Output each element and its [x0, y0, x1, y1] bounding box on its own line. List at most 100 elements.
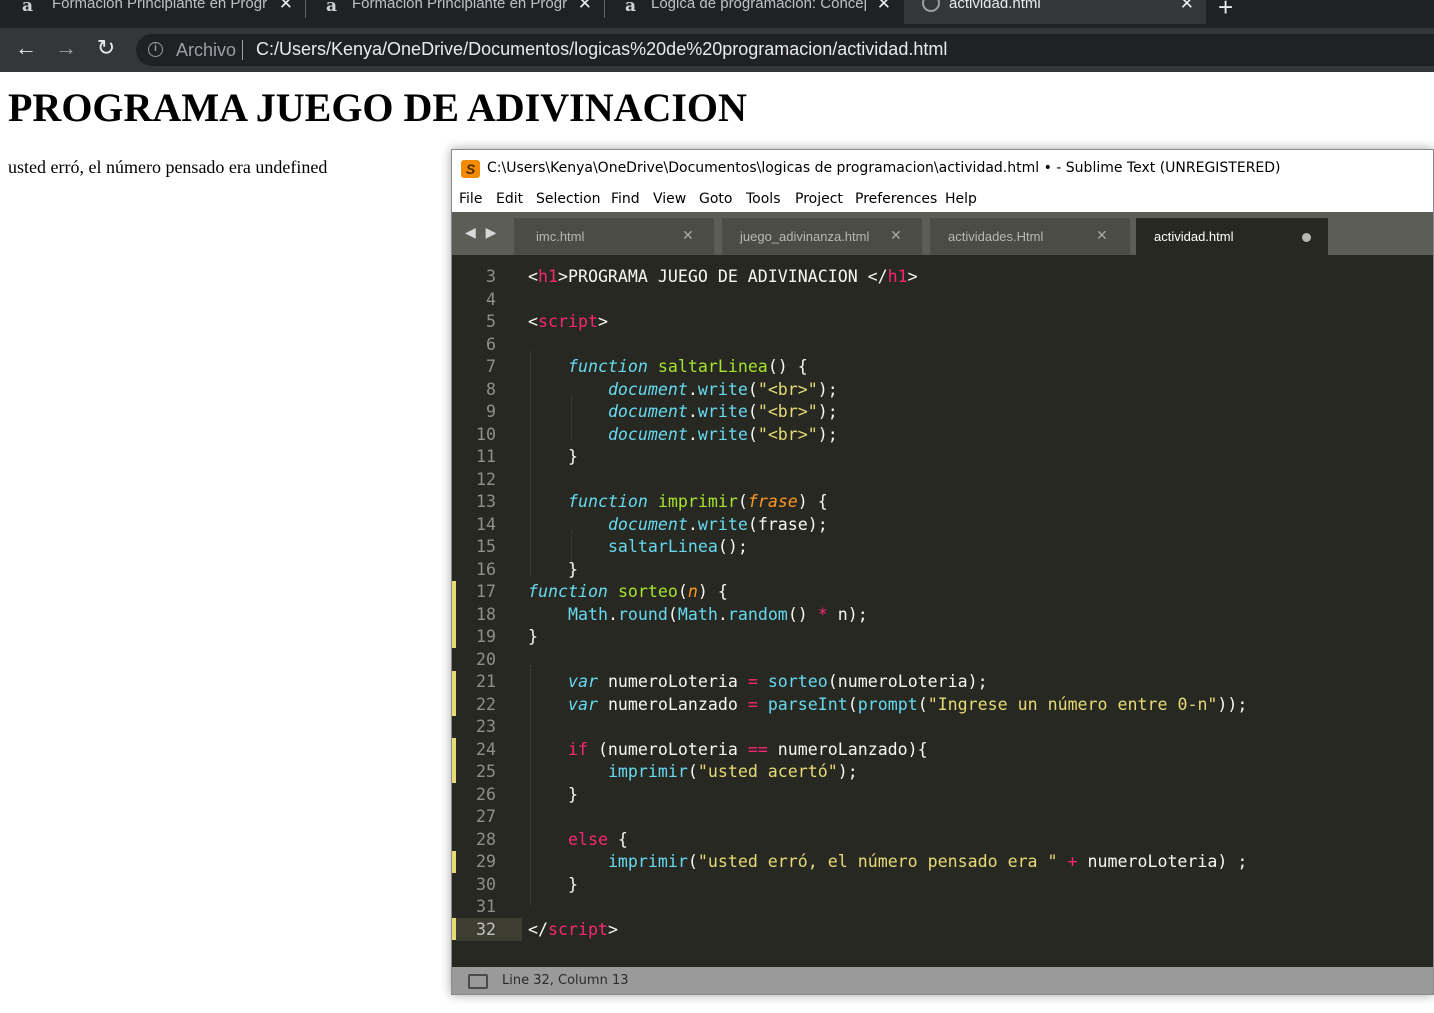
line-number: 16 [476, 560, 496, 579]
line-number: 19 [476, 627, 496, 646]
editor-tab-active[interactable]: actividad.html [1136, 218, 1328, 255]
browser-tab-label: actividad.html [949, 0, 1041, 12]
code-line: 22 var numeroLanzado = parseInt(prompt("… [452, 694, 1433, 717]
code-editor[interactable]: 2 3<h1>PROGRAMA JUEGO DE ADIVINACION </h… [452, 255, 1433, 967]
close-tab-icon[interactable]: ✕ [1180, 0, 1194, 12]
close-tab-icon[interactable]: ✕ [578, 0, 592, 12]
cursor-position-status: Line 32, Column 13 [502, 973, 629, 988]
line-number: 5 [486, 312, 496, 331]
line-number: 21 [476, 672, 496, 691]
code-line: 25 imprimir("usted acertó"); [452, 761, 1433, 784]
editor-tab[interactable]: juego_adivinanza.html ✕ [722, 218, 922, 255]
code-line-current: 32 </script> [452, 919, 1433, 942]
code-line: 17 function sorteo(n) { [452, 581, 1433, 604]
line-number: 6 [486, 335, 496, 354]
new-tab-button[interactable]: + [1218, 0, 1233, 23]
reload-icon[interactable]: ↻ [92, 34, 120, 62]
address-bar[interactable]: i Archivo C:/Users/Kenya/OneDrive/Docume… [136, 34, 1434, 66]
panel-toggle-icon[interactable] [468, 974, 488, 989]
alura-icon: a [625, 0, 637, 16]
menu-project[interactable]: Project [795, 191, 843, 207]
editor-tab[interactable]: imc.html ✕ [514, 218, 714, 255]
forward-arrow-icon[interactable]: → [52, 34, 80, 62]
line-number: 23 [476, 717, 496, 736]
code-line: 26 } [452, 784, 1433, 807]
line-number: 32 [476, 920, 496, 939]
code-line: 10 document.write("<br>"); [452, 424, 1433, 447]
menu-goto[interactable]: Goto [699, 191, 732, 207]
close-tab-icon[interactable]: ✕ [877, 0, 891, 12]
code-line: 14 document.write(frase); [452, 514, 1433, 537]
code-line: 11 } [452, 446, 1433, 469]
code-line: 15 saltarLinea(); [452, 536, 1433, 559]
line-number: 15 [476, 537, 496, 556]
back-arrow-icon[interactable]: ← [12, 34, 40, 62]
menu-tools[interactable]: Tools [746, 191, 781, 207]
line-number: 14 [476, 515, 496, 534]
sublime-status-bar: Line 32, Column 13 [452, 967, 1433, 994]
line-number: 8 [486, 380, 496, 399]
menu-edit[interactable]: Edit [496, 191, 523, 207]
alura-icon: a [326, 0, 338, 16]
code-line: 21 var numeroLoteria = sorteo(numeroLote… [452, 671, 1433, 694]
line-number: 7 [486, 357, 496, 376]
menu-view[interactable]: View [653, 191, 686, 207]
sublime-logo-icon: S [461, 160, 480, 178]
editor-tab-label: juego_adivinanza.html [740, 229, 870, 244]
code-line: 3 <h1>PROGRAMA JUEGO DE ADIVINACION </h1> [452, 266, 1433, 289]
line-number: 11 [476, 447, 496, 466]
code-line: 2 [452, 255, 1433, 262]
code-line: 16 } [452, 559, 1433, 582]
line-number: 12 [476, 470, 496, 489]
editor-tab-label: actividades.Html [948, 229, 1044, 244]
line-number: 31 [476, 897, 496, 916]
sublime-text-window: S C:\Users\Kenya\OneDrive\Documentos\log… [451, 149, 1434, 995]
close-tab-icon[interactable]: ✕ [1096, 227, 1108, 244]
browser-toolbar: ← → ↻ i Archivo C:/Users/Kenya/OneDrive/… [0, 28, 1434, 72]
browser-tab-active[interactable]: actividad.html ✕ [904, 0, 1206, 24]
sublime-menu-bar: File Edit Selection Find View Goto Tools… [452, 188, 1433, 212]
close-tab-icon[interactable]: ✕ [682, 227, 694, 244]
code-line: 5 <script> [452, 311, 1433, 334]
editor-tab[interactable]: actividades.Html ✕ [930, 218, 1130, 255]
menu-selection[interactable]: Selection [536, 191, 601, 207]
menu-preferences[interactable]: Preferences [855, 191, 937, 207]
address-scheme-label: Archivo [176, 40, 237, 60]
menu-find[interactable]: Find [611, 191, 640, 207]
close-tab-icon[interactable]: ✕ [279, 0, 293, 12]
code-line: 23 [452, 716, 1433, 739]
browser-tab[interactable]: a Lógica de programación: Concep ✕ [605, 0, 903, 24]
info-icon[interactable]: i [148, 42, 163, 57]
browser-tab-strip: a Formación Principiante en Progra ✕ a F… [0, 0, 1434, 28]
code-line: 8 document.write("<br>"); [452, 379, 1433, 402]
address-divider [242, 40, 243, 60]
unsaved-dot-icon[interactable] [1302, 233, 1311, 242]
code-line: 30 } [452, 874, 1433, 897]
line-number: 24 [476, 740, 496, 759]
menu-file[interactable]: File [459, 191, 482, 207]
tab-nav-arrows-icon[interactable]: ◀ ▶ [465, 224, 499, 241]
line-number: 2 [452, 255, 496, 262]
address-url[interactable]: C:/Users/Kenya/OneDrive/Documentos/logic… [256, 39, 947, 60]
close-tab-icon[interactable]: ✕ [890, 227, 902, 244]
menu-help[interactable]: Help [945, 191, 977, 207]
browser-tab-label: Lógica de programación: Concep [651, 0, 866, 12]
line-number: 4 [486, 290, 496, 309]
browser-tab[interactable]: a Formación Principiante en Progra ✕ [0, 0, 305, 24]
code-line: 27 [452, 806, 1433, 829]
line-number: 9 [486, 402, 496, 421]
code-line: 19} [452, 626, 1433, 649]
code-line: 7 function saltarLinea() { [452, 356, 1433, 379]
line-number: 22 [476, 695, 496, 714]
editor-tab-label: actividad.html [1154, 229, 1234, 244]
code-line: 31 [452, 896, 1433, 919]
page-heading: PROGRAMA JUEGO DE ADIVINACION [8, 85, 747, 130]
line-number: 3 [486, 267, 496, 286]
alura-icon: a [22, 0, 34, 16]
browser-tab[interactable]: a Formación Principiante en Progra ✕ [306, 0, 604, 24]
line-number: 25 [476, 762, 496, 781]
code-line: 13 function imprimir(frase) { [452, 491, 1433, 514]
line-number: 18 [476, 605, 496, 624]
line-number: 30 [476, 875, 496, 894]
code-line: 4 [452, 289, 1433, 312]
